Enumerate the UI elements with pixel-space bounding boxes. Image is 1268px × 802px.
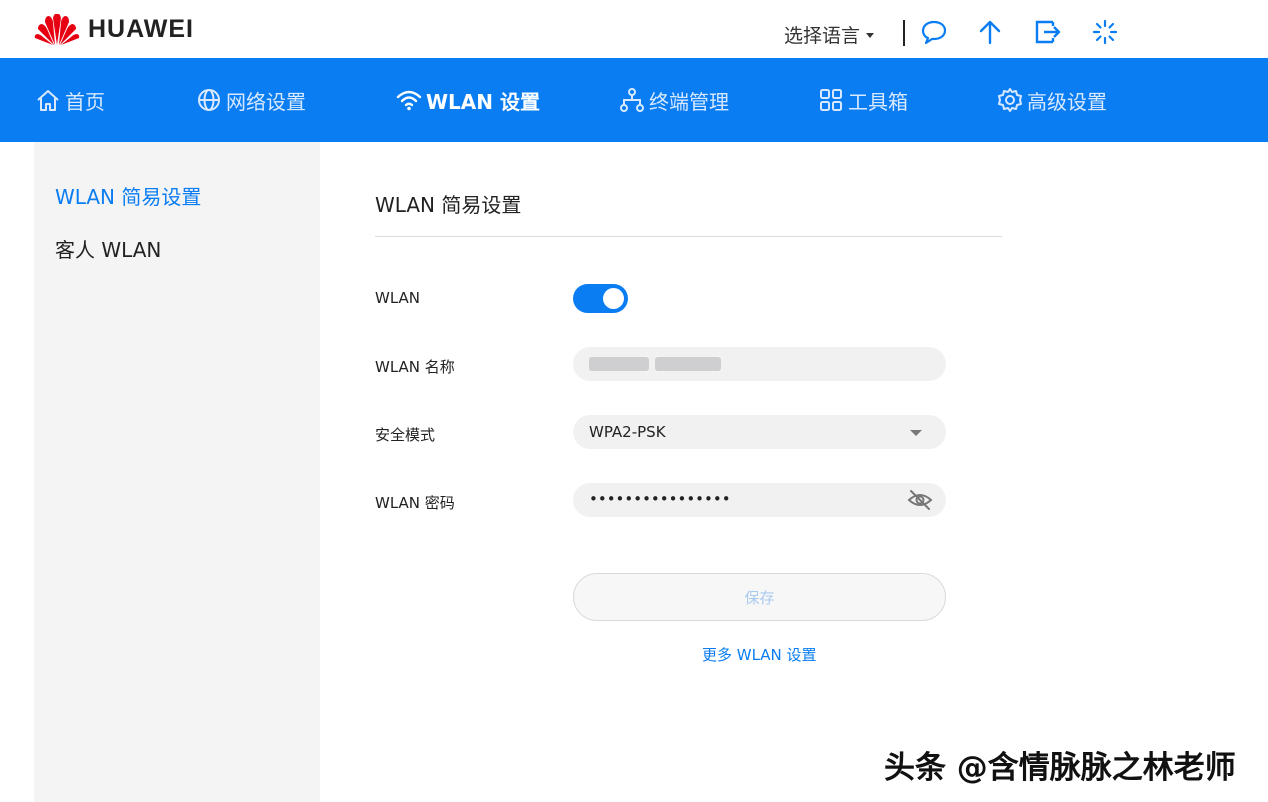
wlan-toggle[interactable]: [573, 284, 628, 313]
nav-item-network-settings[interactable]: 网络设置: [196, 58, 306, 142]
chat-icon[interactable]: [920, 18, 948, 46]
nav-item-label: 网络设置: [226, 89, 306, 114]
nav-item-label: WLAN 设置: [426, 89, 540, 114]
huawei-logo-icon: [34, 13, 80, 46]
grid-icon: [820, 89, 842, 111]
loading-icon[interactable]: [1091, 18, 1119, 46]
header-divider: [903, 20, 905, 46]
eye-slash-icon[interactable]: [907, 488, 933, 512]
ssid-label: WLAN 名称: [375, 358, 455, 376]
brand-name: HUAWEI: [88, 14, 194, 43]
main-nav: 首页 网络设置 WLAN 设置 终端管理 工具箱 高级设置: [0, 58, 1268, 142]
nav-item-toolbox[interactable]: 工具箱: [818, 58, 908, 142]
gear-icon: [998, 88, 1022, 112]
save-button[interactable]: 保存: [573, 573, 946, 621]
chevron-down-icon: [866, 33, 875, 38]
nav-item-label: 首页: [65, 89, 105, 114]
wifi-icon: [396, 90, 422, 111]
nav-item-wlan-settings[interactable]: WLAN 设置: [396, 58, 540, 142]
language-selector[interactable]: 选择语言: [784, 21, 875, 48]
security-mode-value: WPA2-PSK: [589, 423, 666, 441]
page-title: WLAN 简易设置: [375, 193, 522, 217]
password-label: WLAN 密码: [375, 494, 455, 512]
globe-icon: [198, 89, 220, 111]
devices-icon: [620, 88, 644, 112]
password-input[interactable]: ••••••••••••••••: [573, 483, 946, 517]
wlan-label: WLAN: [375, 289, 421, 307]
sidebar-item-guest-wlan[interactable]: 客人 WLAN: [55, 234, 161, 263]
home-icon: [37, 90, 59, 111]
huawei-logo: HUAWEI: [34, 12, 194, 46]
top-header: HUAWEI 选择语言: [0, 0, 1268, 58]
redacted-ssid: [655, 357, 721, 371]
redacted-ssid: [589, 357, 649, 371]
chevron-down-icon: [910, 430, 922, 436]
nav-item-label: 高级设置: [1027, 89, 1107, 114]
password-value: ••••••••••••••••: [589, 490, 731, 508]
nav-item-home[interactable]: 首页: [35, 58, 105, 142]
title-divider: [375, 236, 1002, 237]
upload-icon[interactable]: [976, 18, 1004, 46]
nav-item-device-management[interactable]: 终端管理: [619, 58, 729, 142]
language-label: 选择语言: [784, 25, 861, 47]
sidebar-item-wlan-quick-setup[interactable]: WLAN 简易设置: [55, 181, 201, 210]
watermark-text: 头条 @含情脉脉之林老师: [884, 750, 1236, 786]
security-mode-select[interactable]: WPA2-PSK: [573, 415, 946, 449]
more-wlan-settings-link[interactable]: 更多 WLAN 设置: [702, 644, 817, 665]
toggle-knob: [603, 288, 624, 309]
nav-item-advanced-settings[interactable]: 高级设置: [997, 58, 1107, 142]
nav-item-label: 工具箱: [848, 89, 908, 114]
nav-item-label: 终端管理: [649, 89, 729, 114]
ssid-input[interactable]: [573, 347, 946, 381]
security-mode-label: 安全模式: [375, 426, 436, 444]
logout-icon[interactable]: [1034, 18, 1062, 46]
sidebar: WLAN 简易设置 客人 WLAN: [34, 142, 320, 802]
